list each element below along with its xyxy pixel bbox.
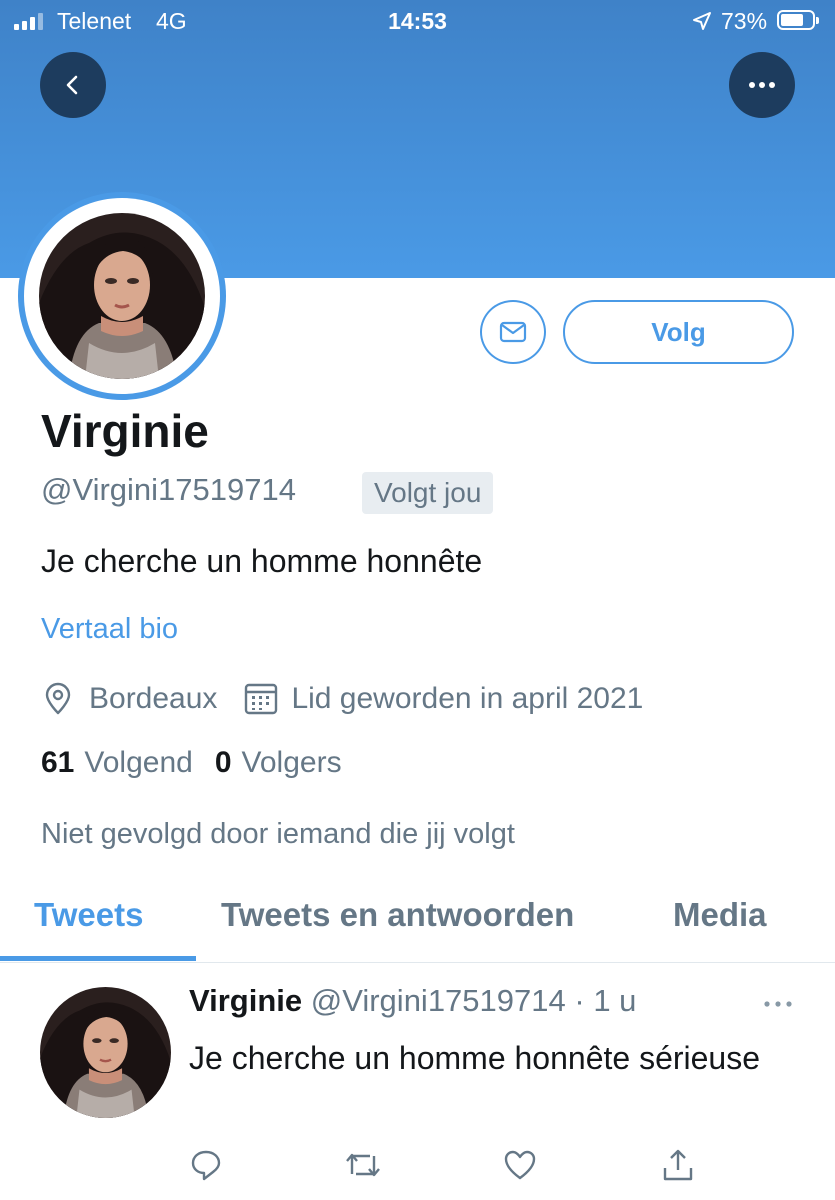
tweet-header: Virginie @Virgini17519714 · 1 u xyxy=(189,983,636,1019)
profile-handle: @Virgini17519714 xyxy=(41,472,296,507)
more-options-button[interactable] xyxy=(729,52,795,118)
chevron-left-icon xyxy=(66,75,78,95)
followers-count: 0 xyxy=(214,746,232,779)
tweet-time: 1 u xyxy=(593,983,637,1018)
tab-tweets[interactable]: Tweets xyxy=(34,890,143,962)
status-bar: Telenet 4G 14:53 73% xyxy=(0,0,835,44)
location-pin-icon xyxy=(45,682,71,715)
join-date-label: Lid geworden in april 2021 xyxy=(291,682,644,715)
follow-counts: 61 Volgend 0 Volgers xyxy=(41,746,342,780)
calendar-icon xyxy=(245,683,278,715)
tab-media[interactable]: Media xyxy=(673,890,767,962)
location-services-icon xyxy=(692,10,712,37)
back-button[interactable] xyxy=(40,52,106,118)
more-horizontal-icon xyxy=(749,82,775,88)
profile-meta: Bordeaux Lid geworden in april 2021 xyxy=(41,678,643,720)
profile-bio: Je cherche un homme honnête xyxy=(41,543,483,579)
share-button[interactable] xyxy=(658,1145,698,1185)
reply-button[interactable] xyxy=(186,1145,226,1185)
retweet-button[interactable] xyxy=(343,1145,383,1185)
reply-icon xyxy=(191,1150,221,1181)
followers-label: Volgers xyxy=(241,746,342,779)
retweet-icon xyxy=(346,1153,380,1177)
follows-you-badge: Volgt jou xyxy=(362,472,494,514)
share-icon xyxy=(663,1149,693,1181)
profile-avatar[interactable] xyxy=(18,192,226,400)
join-date: Lid geworden in april 2021 xyxy=(243,681,643,717)
like-button[interactable] xyxy=(500,1145,540,1185)
battery-percent: 73% xyxy=(721,8,768,34)
avatar xyxy=(39,213,205,379)
not-followed-notice: Niet gevolgd door iemand die jij volgt xyxy=(41,818,515,850)
translate-bio-link[interactable]: Vertaal bio xyxy=(41,613,178,646)
tweet-more-button[interactable] xyxy=(760,992,796,1016)
profile-name: Virginie xyxy=(41,405,209,457)
heart-icon xyxy=(504,1150,536,1180)
location: Bordeaux xyxy=(41,682,217,716)
tweet-text: Je cherche un homme honnête sérieuse xyxy=(189,1040,761,1076)
following-link[interactable]: 61 Volgend xyxy=(41,746,193,780)
message-button[interactable] xyxy=(480,300,546,364)
location-label: Bordeaux xyxy=(89,682,218,715)
battery-icon xyxy=(777,10,819,30)
tweet-actions xyxy=(0,1145,835,1185)
follow-button[interactable]: Volg xyxy=(563,300,794,364)
more-horizontal-icon xyxy=(764,1001,792,1007)
tab-tweets-and-replies[interactable]: Tweets en antwoorden xyxy=(221,890,574,962)
tweet-author-name[interactable]: Virginie xyxy=(189,983,302,1018)
tweet-separator: · xyxy=(565,983,594,1018)
profile-tabs: Tweets Tweets en antwoorden Media xyxy=(0,890,835,963)
following-label: Volgend xyxy=(84,746,193,779)
following-count: 61 xyxy=(41,746,75,779)
tweet-author-handle: @Virgini17519714 xyxy=(310,983,566,1018)
envelope-icon xyxy=(499,321,527,343)
active-tab-indicator xyxy=(0,956,196,961)
tweet-avatar[interactable] xyxy=(40,987,171,1118)
followers-link[interactable]: 0 Volgers xyxy=(215,746,342,780)
